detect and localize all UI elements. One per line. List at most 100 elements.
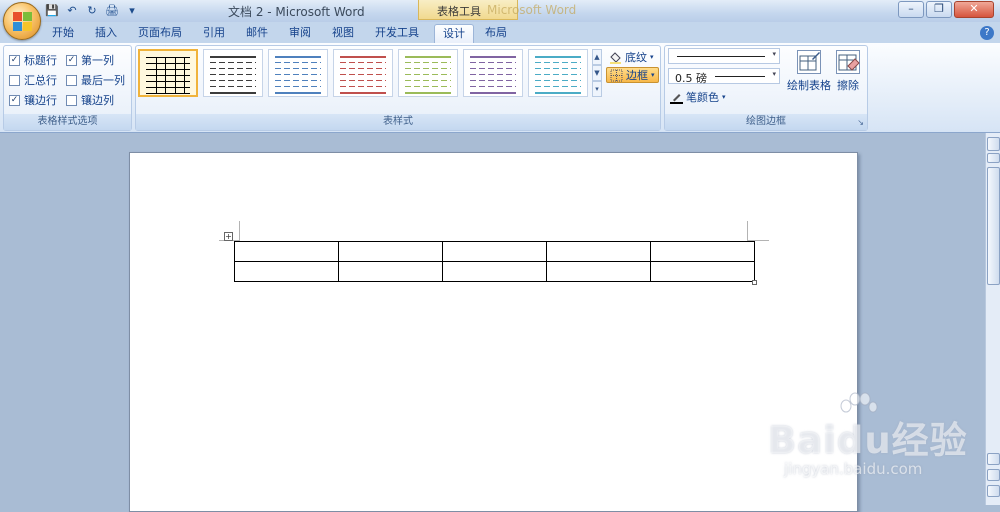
title-bar: 💾 ↶ ↻ 🖨 ▾ 文档 2 - Microsoft Word 表格工具 Mic… — [0, 0, 1000, 22]
table-style-thumbnail[interactable] — [138, 49, 198, 97]
tab-view[interactable]: 视图 — [324, 24, 362, 44]
borders-button[interactable]: 边框 ▾ — [606, 67, 659, 83]
group-table-style-options: ✓ 标题行 ✓ 第一列 汇总行 最后一列 ✓ 镶边行 镶边列 表格样式选项 — [3, 45, 132, 131]
thumbnail-line — [470, 74, 516, 75]
tab-developer[interactable]: 开发工具 — [367, 24, 427, 44]
line-style-dropdown[interactable]: ▾ — [668, 48, 780, 64]
office-button[interactable] — [3, 2, 41, 40]
customize-qat-icon[interactable]: ▾ — [124, 3, 140, 19]
checkbox-box[interactable] — [9, 74, 20, 86]
thumbnail-line — [146, 81, 190, 82]
draw-table-label: 绘制表格 — [787, 79, 831, 92]
thumbnail-line — [210, 62, 256, 63]
thumbnail-line — [405, 80, 451, 81]
table-style-thumbnail[interactable] — [463, 49, 523, 97]
table-cell[interactable] — [650, 241, 755, 262]
margin-corner-mark — [239, 221, 240, 241]
table-cell[interactable] — [234, 261, 339, 282]
table-cell[interactable] — [546, 241, 651, 262]
gallery-up-icon[interactable]: ▲ — [592, 49, 602, 65]
watermark-main-text: Baidu经验 — [768, 419, 968, 462]
dialog-launcher-icon[interactable]: ↘ — [857, 118, 864, 127]
thumbnail-line — [146, 69, 190, 70]
paint-bucket-icon — [609, 51, 622, 64]
table-cell[interactable] — [650, 261, 755, 282]
table-resize-handle[interactable] — [752, 280, 757, 285]
undo-icon[interactable]: ↶ — [64, 3, 80, 19]
tab-design[interactable]: 设计 — [434, 24, 474, 45]
table-cell[interactable] — [234, 241, 339, 262]
banded-rows-checkbox[interactable]: ✓ 镶边行 — [9, 92, 57, 108]
thumbnail-line — [405, 62, 451, 63]
tab-mailings[interactable]: 邮件 — [238, 24, 276, 44]
thumbnail-line — [535, 62, 581, 63]
borders-icon — [610, 69, 623, 82]
thumbnail-line — [535, 56, 581, 58]
thumbnail-line — [470, 56, 516, 58]
pen-color-button[interactable]: 笔颜色 ▾ — [667, 89, 729, 105]
redo-icon[interactable]: ↻ — [84, 3, 100, 19]
tab-insert[interactable]: 插入 — [87, 24, 125, 44]
table-style-thumbnail[interactable] — [333, 49, 393, 97]
thumbnail-line — [210, 56, 256, 58]
eraser-button[interactable]: 擦除 — [830, 50, 866, 93]
thumbnail-line — [275, 74, 321, 75]
close-button[interactable]: ✕ — [954, 1, 994, 18]
ruler-toggle-icon[interactable] — [987, 137, 1000, 151]
restore-button[interactable]: ❐ — [926, 1, 952, 18]
help-icon[interactable]: ? — [980, 26, 994, 40]
print-preview-icon[interactable]: 🖨 — [104, 3, 120, 19]
thumbnail-line — [340, 80, 386, 81]
thumbnail-line — [275, 80, 321, 81]
thumbnail-line — [470, 68, 516, 69]
checkbox-box[interactable]: ✓ — [9, 54, 20, 66]
scrollbar-thumb[interactable] — [987, 167, 1000, 285]
table-style-thumbnail[interactable] — [203, 49, 263, 97]
thumbnail-line — [340, 68, 386, 69]
group-label: 表样式 — [136, 114, 660, 130]
thumbnail-line — [405, 92, 451, 94]
tab-home[interactable]: 开始 — [44, 24, 82, 44]
checkbox-box[interactable]: ✓ — [66, 54, 77, 66]
title-ghost-text: Microsoft Word — [487, 3, 577, 17]
thumbnail-line — [210, 80, 256, 81]
checkbox-box[interactable] — [66, 74, 77, 86]
tab-layout[interactable]: 布局 — [477, 24, 515, 44]
thumbnail-line — [340, 92, 386, 94]
save-icon[interactable]: 💾 — [44, 3, 60, 19]
header-row-checkbox[interactable]: ✓ 标题行 — [9, 52, 57, 68]
table-style-thumbnail[interactable] — [398, 49, 458, 97]
banded-columns-checkbox[interactable]: 镶边列 — [66, 92, 114, 108]
document-page[interactable]: + — [129, 152, 858, 512]
shading-label: 底纹 — [625, 51, 647, 64]
document-table[interactable] — [234, 241, 755, 282]
thumbnail-line — [275, 92, 321, 94]
scroll-up-icon[interactable] — [987, 153, 1000, 163]
last-column-checkbox[interactable]: 最后一列 — [66, 72, 125, 88]
gallery-more-icon[interactable]: ▾ — [592, 81, 602, 97]
table-cell[interactable] — [442, 241, 547, 262]
tab-references[interactable]: 引用 — [195, 24, 233, 44]
total-row-checkbox[interactable]: 汇总行 — [9, 72, 57, 88]
tab-review[interactable]: 审阅 — [281, 24, 319, 44]
first-column-checkbox[interactable]: ✓ 第一列 — [66, 52, 114, 68]
minimize-button[interactable]: – — [898, 1, 924, 18]
table-style-thumbnail[interactable] — [268, 49, 328, 97]
shading-button[interactable]: 底纹 ▾ — [606, 49, 657, 65]
table-cell[interactable] — [546, 261, 651, 282]
thumbnail-line — [405, 56, 451, 58]
table-cell[interactable] — [442, 261, 547, 282]
draw-table-button[interactable]: 绘制表格 — [785, 50, 833, 93]
line-weight-dropdown[interactable]: 0.5 磅 ▾ — [668, 68, 780, 85]
checkbox-box[interactable] — [66, 94, 77, 106]
thumbnail-line — [210, 86, 256, 87]
tab-page-layout[interactable]: 页面布局 — [130, 24, 190, 44]
table-style-thumbnail[interactable] — [528, 49, 588, 97]
table-cell[interactable] — [338, 241, 443, 262]
checkbox-box[interactable]: ✓ — [9, 94, 20, 106]
gallery-down-icon[interactable]: ▼ — [592, 65, 602, 81]
table-cell[interactable] — [338, 261, 443, 282]
thumbnail-line — [535, 74, 581, 75]
group-label: 绘图边框 — [665, 114, 867, 130]
table-move-handle-icon[interactable]: + — [224, 232, 233, 241]
